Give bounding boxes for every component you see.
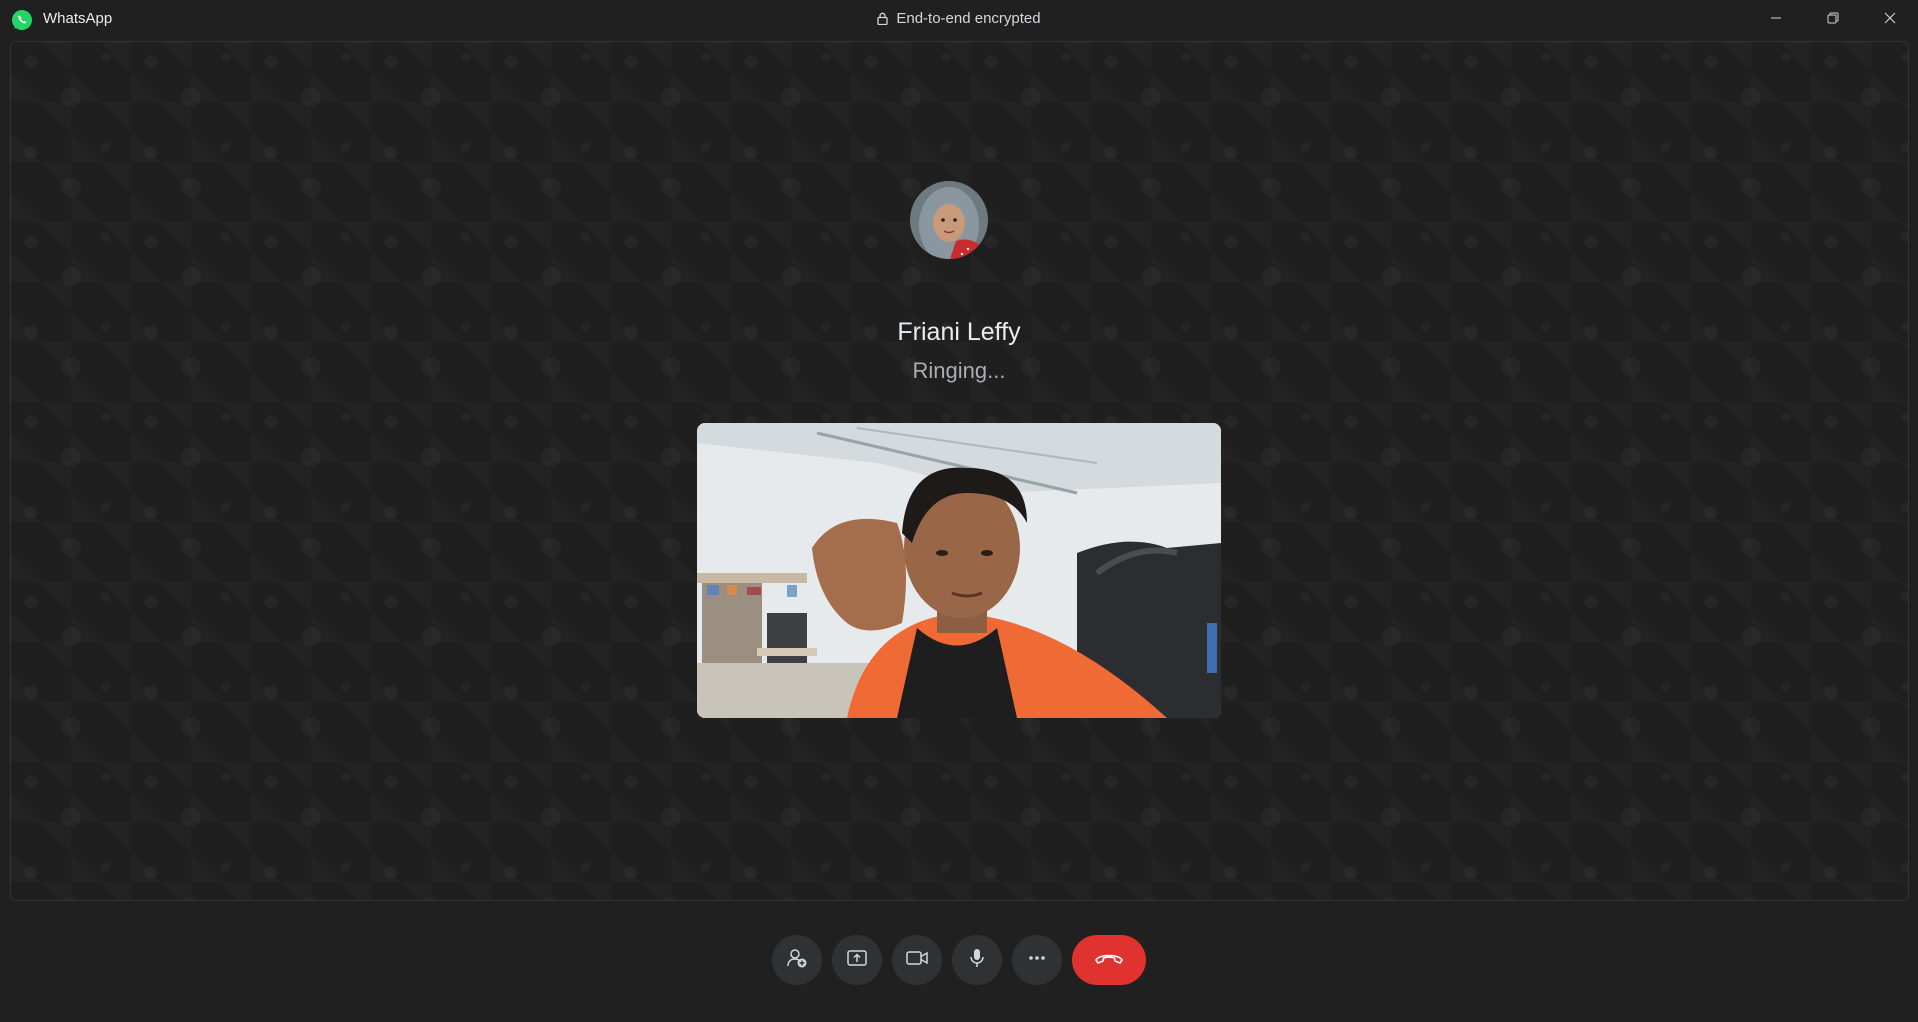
window-controls: [1747, 0, 1918, 40]
mic-toggle-button[interactable]: [952, 935, 1002, 985]
end-call-button[interactable]: [1072, 935, 1146, 985]
minimize-icon: [1770, 11, 1782, 29]
self-camera-preview: [697, 423, 1221, 718]
share-screen-button[interactable]: [832, 935, 882, 985]
restore-button[interactable]: [1804, 0, 1861, 40]
microphone-icon: [966, 947, 988, 974]
call-status: Ringing...: [912, 358, 1006, 383]
contact-avatar: [910, 181, 988, 259]
close-button[interactable]: [1861, 0, 1918, 40]
whatsapp-call-window: WhatsApp End-to-end encrypted Friani Lef…: [0, 0, 1918, 1022]
lock-icon: [877, 12, 889, 26]
encryption-notice: End-to-end encrypted: [0, 10, 1918, 27]
more-options-button[interactable]: [1012, 935, 1062, 985]
call-controls: [0, 935, 1918, 985]
title-bar: WhatsApp End-to-end encrypted: [0, 0, 1918, 40]
more-dots-icon: [1026, 947, 1048, 974]
share-screen-icon: [846, 947, 868, 974]
video-camera-icon: [905, 947, 929, 974]
hang-up-icon: [1094, 950, 1124, 971]
video-toggle-button[interactable]: [892, 935, 942, 985]
contact-name: Friani Leffy: [897, 318, 1021, 346]
restore-icon: [1827, 11, 1839, 29]
add-person-icon: [786, 947, 808, 974]
add-participant-button[interactable]: [772, 935, 822, 985]
encryption-label: End-to-end encrypted: [896, 10, 1041, 27]
minimize-button[interactable]: [1747, 0, 1804, 40]
close-icon: [1884, 11, 1896, 29]
